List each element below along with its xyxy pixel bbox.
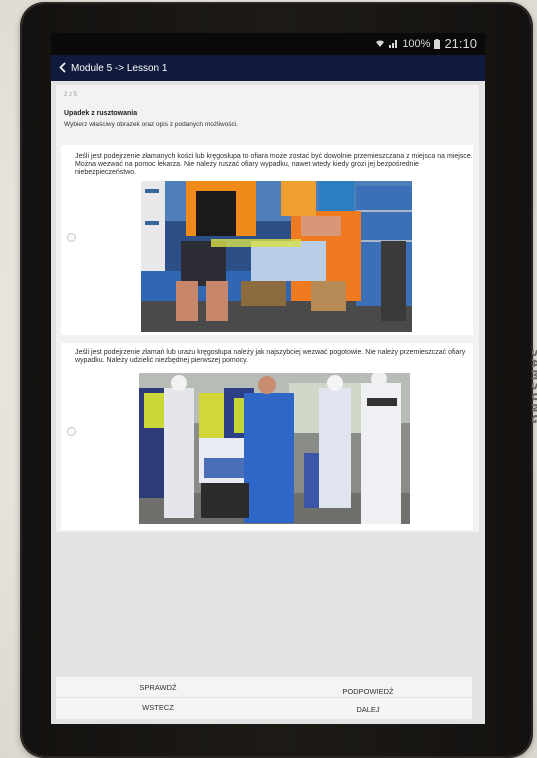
breadcrumb[interactable]: Module 5 -> Lesson 1	[71, 63, 167, 74]
tablet-screen: 100% 21:10 Module 5 -> Lesson 1 2 z 5 Up…	[51, 33, 485, 724]
question-panel: 2 z 5 Upadek z rusztowania Wybierz właśc…	[56, 85, 479, 532]
chevron-left-icon[interactable]	[59, 61, 69, 76]
battery-percent: 100%	[402, 37, 431, 50]
battery-icon	[434, 38, 441, 49]
answer-option-1[interactable]: Jeśli jest podejrzenie złamanych kości l…	[61, 145, 473, 335]
answer-radio-1[interactable]	[67, 233, 76, 242]
status-right: 100% 21:10	[375, 36, 477, 51]
status-bar: 100% 21:10	[51, 33, 485, 55]
wifi-icon	[376, 40, 385, 47]
answer-text-2: Jeśli jest podejrzenie złamań lub urazu …	[75, 349, 466, 364]
check-button[interactable]: SPRAWDŹ	[58, 679, 258, 696]
question-counter: 2 z 5	[64, 92, 78, 98]
app-bar: Module 5 -> Lesson 1	[51, 55, 485, 81]
status-time: 21:10	[444, 36, 477, 51]
answer-radio-2[interactable]	[67, 427, 76, 436]
answer-option-2[interactable]: Jeśli jest podejrzenie złamań lub urazu …	[61, 343, 473, 530]
button-divider	[56, 697, 472, 698]
answer-text-1: Jeśli jest podejrzenie złamanych kości l…	[75, 153, 473, 176]
answer-image-1[interactable]	[141, 181, 412, 332]
brand-logo: SAMSUNG	[529, 349, 537, 426]
next-button[interactable]: DALEJ	[268, 701, 468, 718]
answer-image-2[interactable]	[139, 373, 410, 524]
question-title: Upadek z rusztowania	[64, 110, 138, 117]
back-button[interactable]: WSTECZ	[58, 699, 258, 716]
signal-icon	[389, 40, 398, 48]
navigation-bar: SPRAWDŹ PODPOWIEDŹ WSTECZ DALEJ	[56, 677, 472, 719]
question-instruction: Wybierz właściwy obrazek oraz opis z pod…	[64, 121, 239, 128]
